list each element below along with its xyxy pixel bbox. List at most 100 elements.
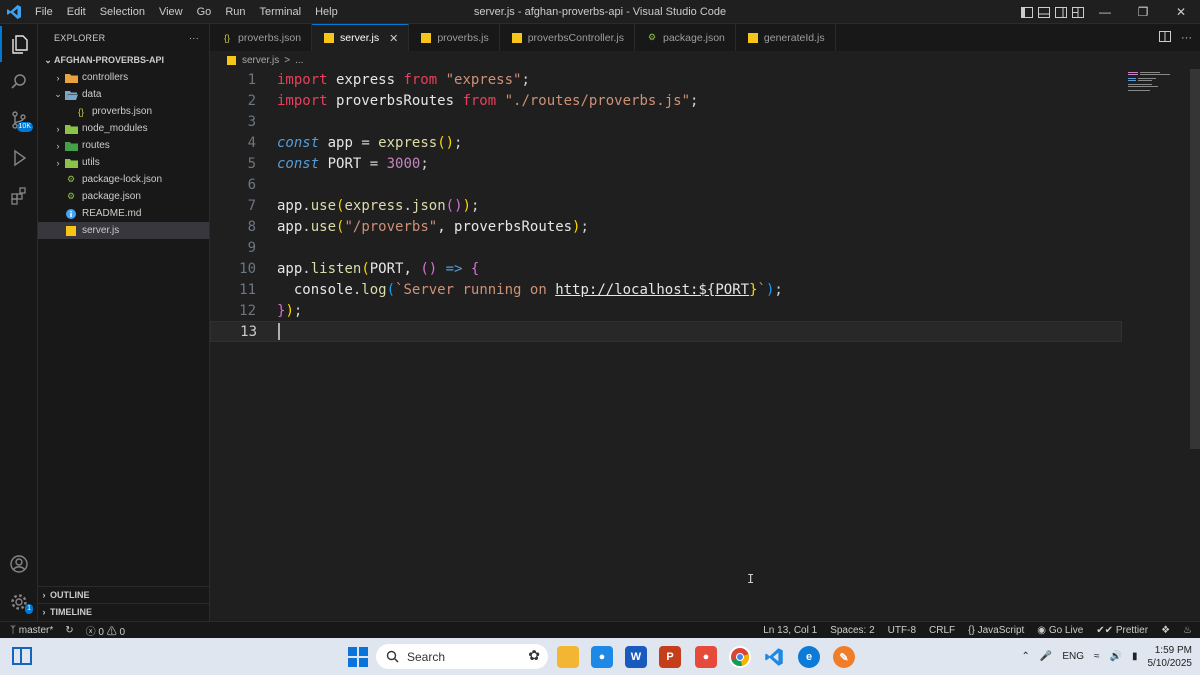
search-icon[interactable] xyxy=(0,64,38,100)
tab-generate-id[interactable]: generateId.js xyxy=(736,24,836,51)
vscode-taskbar-icon[interactable] xyxy=(763,646,785,668)
toggle-panel-icon[interactable] xyxy=(1035,0,1052,24)
menu-file[interactable]: File xyxy=(28,6,60,18)
customize-layout-icon[interactable] xyxy=(1069,0,1086,24)
folder-node-icon xyxy=(64,123,78,135)
toggle-primary-sidebar-icon[interactable] xyxy=(1018,0,1035,24)
tree-folder-controllers[interactable]: › controllers xyxy=(38,69,209,86)
battery-icon[interactable]: ▮ xyxy=(1132,651,1138,662)
tree-file-server-js[interactable]: server.js xyxy=(38,222,209,239)
menu-help[interactable]: Help xyxy=(308,6,345,18)
powerpoint-icon[interactable]: P xyxy=(659,646,681,668)
source-control-badge: 10K xyxy=(16,122,33,132)
breadcrumb-symbols[interactable]: ... xyxy=(295,55,303,66)
clock[interactable]: 1:59 PM 5/10/2025 xyxy=(1148,644,1193,670)
extensions-icon[interactable] xyxy=(0,178,38,214)
tab-proverbs-js[interactable]: proverbs.js xyxy=(409,24,500,51)
chevron-right-icon: › xyxy=(56,157,60,168)
branch-status[interactable]: ᛉ master* xyxy=(10,625,53,636)
token: const xyxy=(277,155,320,172)
explorer-more-button[interactable]: ··· xyxy=(189,33,199,43)
windows-start-icon[interactable] xyxy=(348,647,368,670)
prettier-status[interactable]: ✔✔ Prettier xyxy=(1096,625,1148,636)
tree-file-proverbs-json[interactable]: {} proverbs.json xyxy=(38,103,209,120)
wifi-icon[interactable]: ≈ xyxy=(1094,651,1100,662)
breadcrumb-file[interactable]: server.js xyxy=(242,55,279,66)
copilot-icon[interactable]: ❖ xyxy=(1161,625,1170,636)
tree-label: routes xyxy=(82,140,110,151)
search-placeholder: Search xyxy=(407,649,446,664)
clock-date: 5/10/2025 xyxy=(1147,657,1193,669)
toggle-secondary-sidebar-icon[interactable] xyxy=(1052,0,1069,24)
problems-status[interactable]: ⓧ 0 ⚠ 0 xyxy=(86,623,125,638)
minimap[interactable] xyxy=(1126,71,1186,91)
line-endings[interactable]: CRLF xyxy=(929,625,955,636)
tree-folder-node-modules[interactable]: › node_modules xyxy=(38,120,209,137)
microphone-icon[interactable]: 🎤 xyxy=(1040,651,1052,662)
tree-file-package-json[interactable]: ⚙ package.json xyxy=(38,188,209,205)
tree-folder-data[interactable]: ⌄ data xyxy=(38,86,209,103)
menu-run[interactable]: Run xyxy=(218,6,252,18)
timeline-section[interactable]: › TIMELINE xyxy=(38,603,210,620)
cursor-position[interactable]: Ln 13, Col 1 xyxy=(763,625,817,636)
edge-icon[interactable]: e xyxy=(798,646,820,668)
language-mode[interactable]: {} JavaScript xyxy=(968,625,1024,636)
tab-proverbs-json[interactable]: {} proverbs.json xyxy=(210,24,313,51)
notifications-bell-icon[interactable]: ♨ xyxy=(1183,625,1192,636)
indentation[interactable]: Spaces: 2 xyxy=(830,625,874,636)
line-number: 12 xyxy=(239,302,256,319)
editor-tabs: {} proverbs.json server.js ✕ proverbs.js… xyxy=(210,24,1200,51)
word-icon[interactable]: W xyxy=(625,646,647,668)
tree-folder-utils[interactable]: › utils xyxy=(38,154,209,171)
tab-proverbs-controller[interactable]: proverbsController.js xyxy=(500,24,635,51)
encoding[interactable]: UTF-8 xyxy=(888,625,916,636)
menu-terminal[interactable]: Terminal xyxy=(253,6,309,18)
run-debug-icon[interactable] xyxy=(0,140,38,176)
project-folder-header[interactable]: ⌄ AFGHAN-PROVERBS-API xyxy=(38,51,209,69)
file-explorer-icon[interactable] xyxy=(557,646,579,668)
menu-selection[interactable]: Selection xyxy=(93,6,152,18)
language-indicator[interactable]: ENG xyxy=(1062,651,1084,662)
token: from xyxy=(462,92,497,109)
accounts-icon[interactable] xyxy=(0,546,38,582)
token: "./routes/proverbs.js" xyxy=(496,92,691,109)
minimize-button[interactable]: — xyxy=(1086,0,1124,24)
split-editor-icon[interactable] xyxy=(1159,30,1171,45)
manage-gear-icon[interactable]: 1 xyxy=(0,584,38,620)
restore-button[interactable]: ❐ xyxy=(1124,0,1162,24)
task-view-icon[interactable] xyxy=(12,647,32,665)
go-live-button[interactable]: ◉ Go Live xyxy=(1037,625,1083,636)
close-tab-icon[interactable]: ✕ xyxy=(389,32,398,45)
tray-chevron-up-icon[interactable]: ⌃ xyxy=(1022,651,1030,662)
token: 3000 xyxy=(378,155,421,172)
more-actions-icon[interactable]: ··· xyxy=(1181,32,1192,44)
tree-file-package-lock[interactable]: ⚙ package-lock.json xyxy=(38,171,209,188)
vertical-scrollbar[interactable] xyxy=(1190,69,1200,621)
folder-utils-icon xyxy=(64,157,78,169)
source-control-icon[interactable]: 10K xyxy=(0,102,38,138)
menu-edit[interactable]: Edit xyxy=(60,6,93,18)
tree-label: data xyxy=(82,89,102,100)
tree-label: utils xyxy=(82,157,100,168)
outline-section[interactable]: › OUTLINE xyxy=(38,586,210,603)
taskbar-search[interactable]: Search ✿ xyxy=(376,644,548,669)
recording-app-icon[interactable]: ● xyxy=(695,646,717,668)
menu-view[interactable]: View xyxy=(152,6,190,18)
text-cursor xyxy=(278,323,280,340)
close-window-button[interactable]: ✕ xyxy=(1162,0,1200,24)
tab-package-json[interactable]: ⚙ package.json xyxy=(635,24,736,51)
app-icon[interactable]: ● xyxy=(591,646,613,668)
menu-go[interactable]: Go xyxy=(190,6,219,18)
token: ) xyxy=(462,197,471,214)
tab-server-js[interactable]: server.js ✕ xyxy=(312,24,410,51)
sync-icon[interactable]: ↻ xyxy=(65,625,73,636)
other-app-icon[interactable]: ✎ xyxy=(833,646,855,668)
explorer-icon[interactable] xyxy=(0,26,38,62)
scrollbar-thumb[interactable] xyxy=(1190,69,1200,449)
tree-folder-routes[interactable]: › routes xyxy=(38,137,209,154)
js-file-icon xyxy=(419,32,433,44)
tree-file-readme[interactable]: README.md xyxy=(38,205,209,222)
chrome-icon[interactable] xyxy=(729,646,751,668)
code-editor[interactable]: 1 import express from "express"; 2 impor… xyxy=(210,69,1200,621)
volume-icon[interactable]: 🔊 xyxy=(1110,651,1122,662)
